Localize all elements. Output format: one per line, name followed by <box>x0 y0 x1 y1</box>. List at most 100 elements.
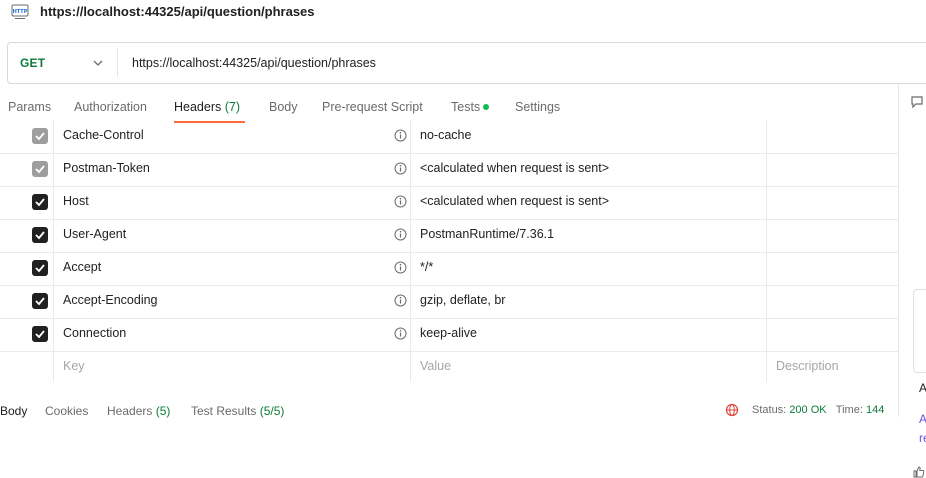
header-key: Accept <box>63 260 102 274</box>
info-icon[interactable] <box>394 327 407 340</box>
tab-headers[interactable]: Headers (7) <box>174 100 240 114</box>
description-placeholder: Description <box>776 359 839 373</box>
value-cell[interactable]: keep-alive <box>411 318 767 351</box>
header-value: */* <box>420 260 434 274</box>
checkbox-cell <box>0 351 54 382</box>
header-checkbox[interactable] <box>32 260 48 276</box>
header-key: Host <box>63 194 89 208</box>
header-key: Connection <box>63 326 127 340</box>
description-cell[interactable] <box>767 219 900 252</box>
tab-label: Test Results <box>191 404 257 418</box>
url-input[interactable]: https://localhost:44325/api/question/phr… <box>132 56 376 70</box>
right-side-panel: A A re <box>898 84 926 478</box>
panel-heading: A <box>919 381 926 395</box>
header-value: keep-alive <box>420 326 477 340</box>
key-cell[interactable]: Cache-Control <box>54 120 411 153</box>
table-row: Postman-Token <calculated when request i… <box>0 153 900 187</box>
value-cell[interactable]: <calculated when request is sent> <box>411 153 767 186</box>
chevron-down-icon[interactable] <box>92 57 104 69</box>
checkbox-cell <box>0 252 54 285</box>
tab-label: Params <box>8 100 52 114</box>
checkbox-cell <box>0 186 54 219</box>
tab-cookies[interactable]: Cookies <box>45 404 88 418</box>
header-key: Cache-Control <box>63 128 144 142</box>
key-cell[interactable]: User-Agent <box>54 219 411 252</box>
time-value[interactable]: 144 <box>866 404 884 416</box>
globe-icon[interactable] <box>725 403 739 417</box>
key-cell[interactable]: Postman-Token <box>54 153 411 186</box>
check-icon <box>35 330 45 339</box>
description-cell[interactable] <box>767 318 900 351</box>
header-value: no-cache <box>420 128 472 142</box>
status-dot-icon <box>483 104 490 110</box>
tab-label: Body <box>0 404 28 418</box>
description-cell[interactable] <box>767 153 900 186</box>
status-label: Status: <box>752 404 787 416</box>
tab-response-body[interactable]: Body <box>0 404 27 418</box>
panel-link[interactable]: A <box>919 412 926 426</box>
header-checkbox[interactable] <box>32 128 48 144</box>
checkbox-cell <box>0 285 54 318</box>
header-value: PostmanRuntime/7.36.1 <box>420 227 555 241</box>
tab-label: Cookies <box>45 404 89 418</box>
description-cell[interactable]: Description <box>767 351 900 382</box>
info-icon[interactable] <box>394 129 407 142</box>
info-icon[interactable] <box>394 162 407 175</box>
tab-count: (5) <box>155 404 171 418</box>
key-cell[interactable]: Connection <box>54 318 411 351</box>
key-cell[interactable]: Key <box>54 351 411 382</box>
value-cell[interactable]: gzip, deflate, br <box>411 285 767 318</box>
info-icon[interactable] <box>394 261 407 274</box>
description-cell[interactable] <box>767 120 900 153</box>
comments-icon[interactable] <box>909 94 925 110</box>
status-value[interactable]: 200 OK <box>789 404 826 416</box>
svg-text:HTTP: HTTP <box>13 9 28 15</box>
info-card <box>913 289 926 373</box>
key-cell[interactable]: Accept <box>54 252 411 285</box>
key-cell[interactable]: Accept-Encoding <box>54 285 411 318</box>
tab-pre-request-script[interactable]: Pre-request Script <box>322 100 423 114</box>
header-checkbox[interactable] <box>32 326 48 342</box>
header-value: <calculated when request is sent> <box>420 194 610 208</box>
check-icon <box>35 297 45 306</box>
time-label: Time: <box>835 404 863 416</box>
header-checkbox[interactable] <box>32 194 48 210</box>
header-checkbox[interactable] <box>32 227 48 243</box>
header-value: <calculated when request is sent> <box>420 161 610 175</box>
value-cell[interactable]: */* <box>411 252 767 285</box>
value-cell[interactable]: Value <box>411 351 767 382</box>
panel-link[interactable]: re <box>919 431 926 445</box>
header-key: Accept-Encoding <box>63 293 158 307</box>
method-select[interactable]: GET <box>20 56 45 70</box>
request-title[interactable]: https://localhost:44325/api/question/phr… <box>40 4 315 19</box>
value-cell[interactable]: no-cache <box>411 120 767 153</box>
header-checkbox[interactable] <box>32 293 48 309</box>
value-cell[interactable]: <calculated when request is sent> <box>411 186 767 219</box>
title-bar: HTTP https://localhost:44325/api/questio… <box>0 0 926 26</box>
description-cell[interactable] <box>767 252 900 285</box>
check-icon <box>35 165 45 174</box>
thumbs-up-icon[interactable] <box>913 466 925 478</box>
key-cell[interactable]: Host <box>54 186 411 219</box>
header-checkbox[interactable] <box>32 161 48 177</box>
table-row: Accept */* <box>0 252 900 286</box>
description-cell[interactable] <box>767 285 900 318</box>
tab-label: Tests <box>451 100 481 114</box>
info-icon[interactable] <box>394 228 407 241</box>
tab-label: Pre-request Script <box>322 100 423 114</box>
tab-tests[interactable]: Tests <box>451 100 490 114</box>
info-icon[interactable] <box>394 294 407 307</box>
tab-authorization[interactable]: Authorization <box>74 100 147 114</box>
description-cell[interactable] <box>767 186 900 219</box>
tab-body[interactable]: Body <box>269 100 298 114</box>
tab-count: (7) <box>224 100 241 114</box>
tab-response-headers[interactable]: Headers (5) <box>107 404 170 418</box>
value-cell[interactable]: PostmanRuntime/7.36.1 <box>411 219 767 252</box>
checkbox-cell <box>0 120 54 153</box>
url-bar: GET https://localhost:44325/api/question… <box>7 42 926 84</box>
tab-settings[interactable]: Settings <box>515 100 560 114</box>
info-icon[interactable] <box>394 195 407 208</box>
tab-params[interactable]: Params <box>8 100 51 114</box>
tab-test-results[interactable]: Test Results (5/5) <box>191 404 284 418</box>
check-icon <box>35 231 45 240</box>
